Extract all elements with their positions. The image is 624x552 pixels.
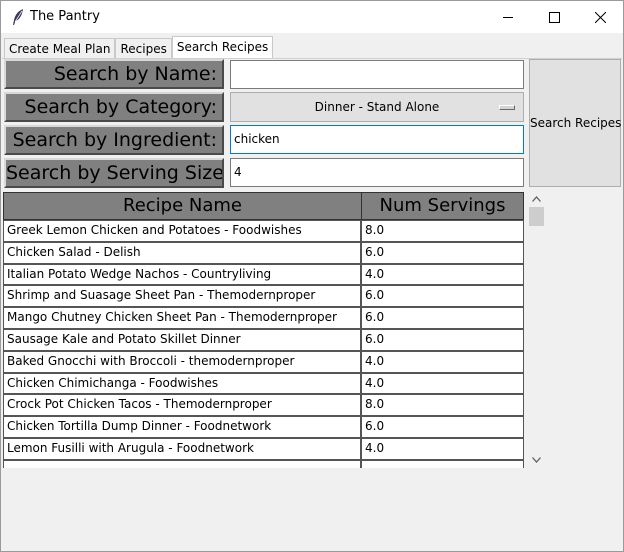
maximize-button[interactable]: [531, 1, 577, 33]
close-button[interactable]: [577, 1, 623, 33]
search-category-label: Search by Category:: [4, 92, 224, 122]
search-name-input[interactable]: [230, 60, 524, 89]
tab-search-recipes[interactable]: Search Recipes: [171, 36, 274, 59]
results-table: Greek Lemon Chicken and Potatoes - Foodw…: [3, 220, 525, 468]
search-name-label: Search by Name:: [4, 59, 224, 89]
recipe-name-cell[interactable]: Sausage Kale and Potato Skillet Dinner: [3, 328, 361, 351]
servings-cell[interactable]: 4.0: [361, 263, 524, 286]
window-title: The Pantry: [30, 9, 100, 24]
recipe-name-cell[interactable]: Italian Potato Wedge Nachos - Countryliv…: [3, 263, 361, 286]
feather-icon: [11, 8, 25, 26]
servings-cell[interactable]: 4.0: [361, 372, 524, 395]
table-row[interactable]: Chicken Salad - Delish 6.0: [3, 241, 525, 264]
servings-cell[interactable]: 4.0: [361, 437, 524, 460]
recipe-name-cell[interactable]: Chicken Tortilla Dump Dinner - Foodnetwo…: [3, 416, 361, 438]
search-serving-size-input[interactable]: 4: [230, 158, 524, 187]
maximize-icon: [548, 11, 560, 23]
tab-recipes[interactable]: Recipes: [115, 38, 172, 58]
table-row[interactable]: Chicken Tortilla Dump Dinner - Foodnetwo…: [3, 416, 525, 438]
scroll-down-button[interactable]: [528, 451, 545, 468]
servings-cell[interactable]: 6.0: [361, 241, 524, 264]
servings-cell[interactable]: [361, 459, 524, 468]
category-dropdown-value: Dinner - Stand Alone: [314, 100, 440, 114]
title-bar: The Pantry: [1, 1, 623, 33]
table-row[interactable]: Lemon Fusilli with Arugula - Foodnetwork…: [3, 437, 525, 460]
recipe-name-cell[interactable]: Chicken Chimichanga - Foodwishes: [3, 372, 361, 395]
search-recipes-button[interactable]: Search Recipes: [529, 59, 621, 187]
table-row[interactable]: Mango Chutney Chicken Sheet Pan - Themod…: [3, 307, 525, 329]
search-serving-size-label: Search by Serving Size:: [4, 158, 224, 188]
chevron-down-icon: [532, 456, 541, 463]
servings-cell[interactable]: 6.0: [361, 307, 524, 329]
scroll-thumb[interactable]: [529, 207, 544, 226]
dropdown-indicator-icon: [499, 105, 515, 110]
servings-cell[interactable]: 6.0: [361, 416, 524, 438]
scroll-up-button[interactable]: [528, 190, 545, 207]
table-row[interactable]: Baked Gnocchi with Broccoli - themodernp…: [3, 350, 525, 373]
table-row[interactable]: Shrimp and Suasage Sheet Pan - Themodern…: [3, 285, 525, 308]
recipe-name-cell[interactable]: Lemon Fusilli with Arugula - Foodnetwork: [3, 437, 361, 460]
servings-cell[interactable]: 6.0: [361, 328, 524, 351]
search-ingredient-label: Search by Ingredient:: [4, 125, 224, 155]
table-row[interactable]: Sausage Kale and Potato Skillet Dinner 6…: [3, 328, 525, 351]
column-header-recipe-name: Recipe Name: [3, 192, 362, 220]
recipe-name-cell[interactable]: Mango Chutney Chicken Sheet Pan - Themod…: [3, 307, 361, 329]
app-window: The Pantry Create Meal Plan Recipes Sear…: [0, 0, 624, 552]
tab-create-meal-plan[interactable]: Create Meal Plan: [4, 38, 116, 58]
minimize-icon: [502, 16, 513, 18]
vertical-scrollbar[interactable]: [528, 190, 545, 468]
servings-cell[interactable]: 6.0: [361, 285, 524, 308]
table-row[interactable]: Chicken Chimichanga - Foodwishes 4.0: [3, 372, 525, 395]
recipe-name-cell[interactable]: [3, 459, 361, 468]
close-icon: [594, 11, 606, 23]
tab-bar: Create Meal Plan Recipes Search Recipes: [4, 36, 274, 59]
search-ingredient-input[interactable]: chicken: [230, 125, 524, 154]
servings-cell[interactable]: 4.0: [361, 350, 524, 373]
servings-cell[interactable]: 8.0: [361, 220, 524, 242]
servings-cell[interactable]: 8.0: [361, 394, 524, 417]
column-header-num-servings: Num Servings: [361, 192, 524, 220]
recipe-name-cell[interactable]: Shrimp and Suasage Sheet Pan - Themodern…: [3, 285, 361, 308]
table-row[interactable]: Italian Potato Wedge Nachos - Countryliv…: [3, 263, 525, 286]
recipe-name-cell[interactable]: Crock Pot Chicken Tacos - Themodernprope…: [3, 394, 361, 417]
chevron-up-icon: [532, 195, 541, 202]
category-dropdown[interactable]: Dinner - Stand Alone: [230, 92, 524, 122]
minimize-button[interactable]: [485, 1, 531, 33]
recipe-name-cell[interactable]: Greek Lemon Chicken and Potatoes - Foodw…: [3, 220, 361, 242]
table-row[interactable]: Greek Lemon Chicken and Potatoes - Foodw…: [3, 220, 525, 242]
table-row[interactable]: Crock Pot Chicken Tacos - Themodernprope…: [3, 394, 525, 417]
table-row[interactable]: [3, 459, 525, 468]
recipe-name-cell[interactable]: Chicken Salad - Delish: [3, 241, 361, 264]
recipe-name-cell[interactable]: Baked Gnocchi with Broccoli - themodernp…: [3, 350, 361, 373]
